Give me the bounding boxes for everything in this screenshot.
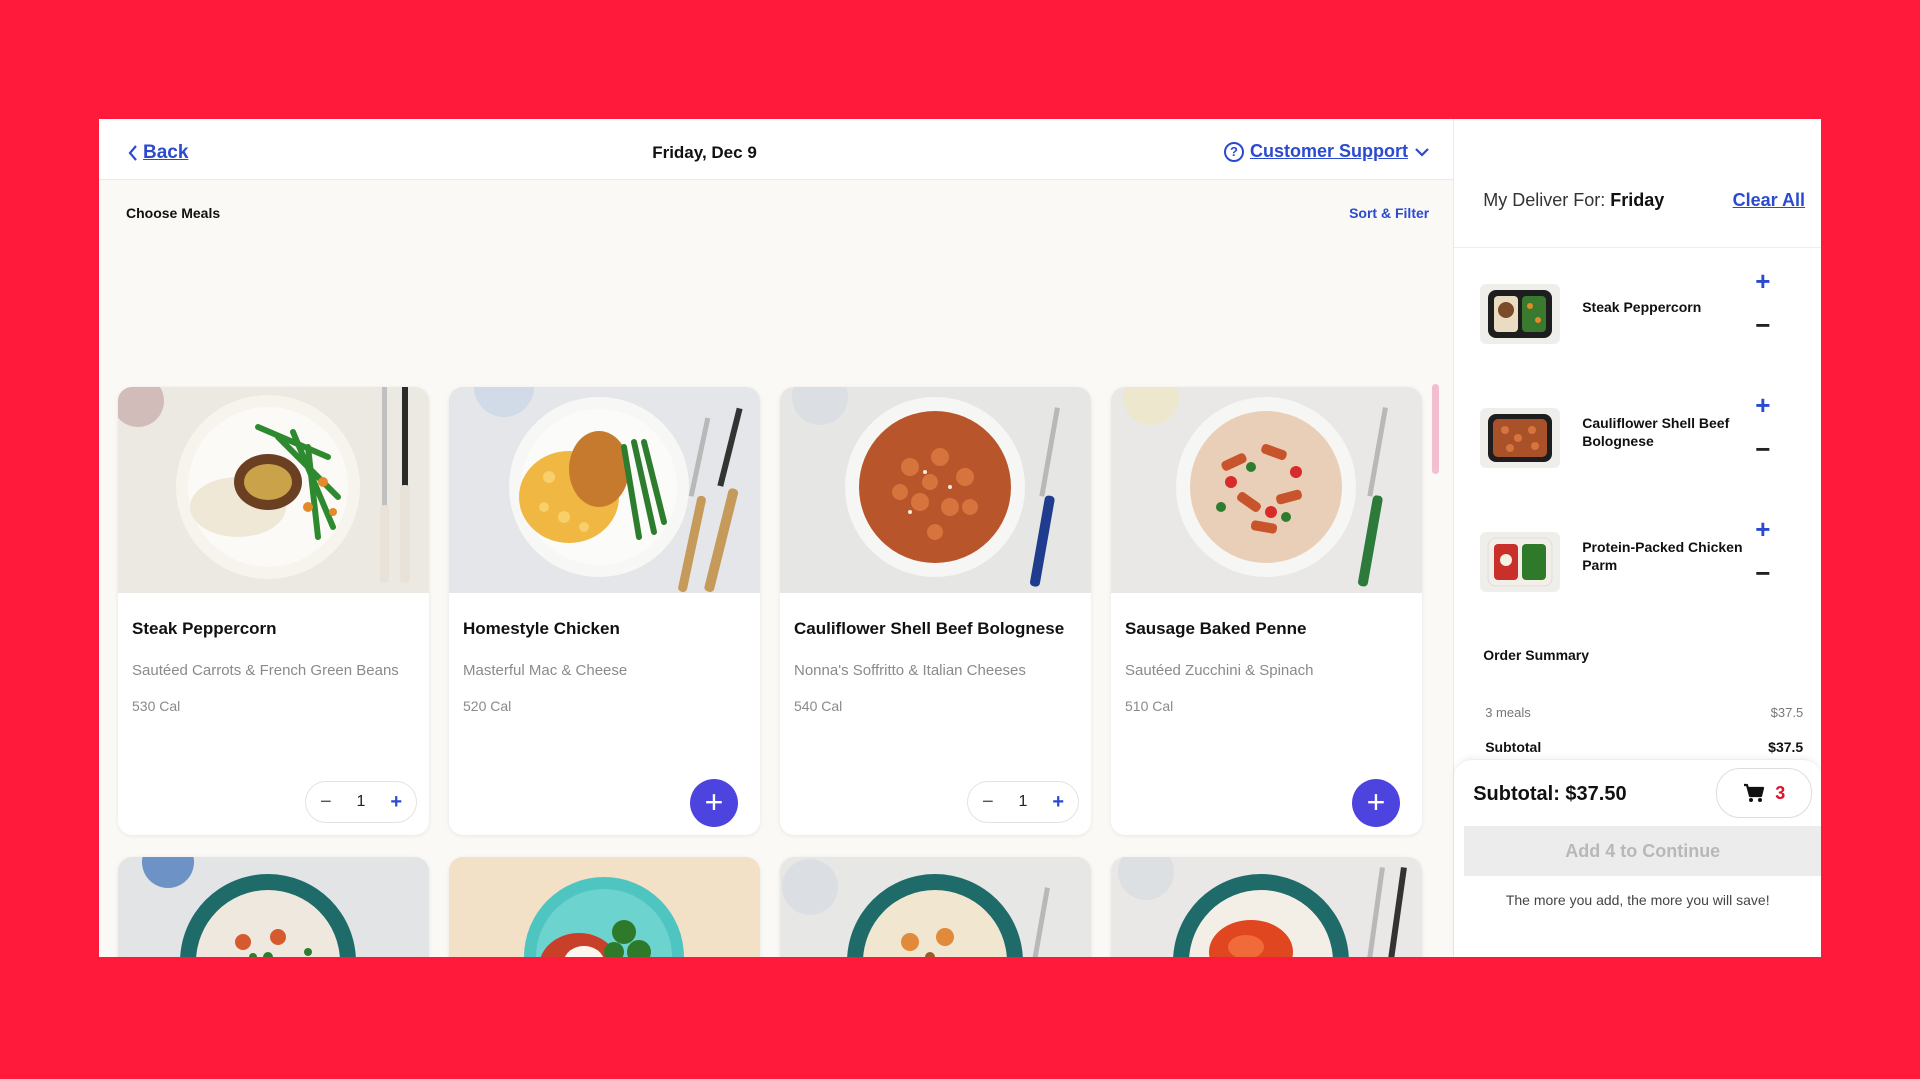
meal-calories: 510 Cal xyxy=(1125,698,1174,714)
subtotal-total: Subtotal: $37.50 xyxy=(1473,783,1627,805)
meal-photo xyxy=(449,857,760,957)
clear-all-button[interactable]: Clear All xyxy=(1733,190,1805,211)
meal-card-steak-peppercorn[interactable]: Steak Peppercorn Sautéed Carrots & Frenc… xyxy=(118,387,429,835)
deliver-prefix: My Deliver For: xyxy=(1483,190,1606,210)
decrement-button[interactable]: − xyxy=(320,791,332,814)
cart-count-badge: 3 xyxy=(1775,782,1786,803)
meal-grid: Steak Peppercorn Sautéed Carrots & Frenc… xyxy=(99,249,1454,957)
meal-description: Sautéed Zucchini & Spinach xyxy=(1125,662,1314,679)
meal-calories: 520 Cal xyxy=(463,698,512,714)
cart-decrement-button[interactable]: − xyxy=(1755,558,1770,589)
deliver-for-label: My Deliver For: Friday xyxy=(1483,190,1664,211)
meal-description: Nonna's Soffritto & Italian Cheeses xyxy=(794,662,1026,679)
cart-item-thumbnail xyxy=(1480,408,1561,468)
page-title: Friday, Dec 9 xyxy=(652,143,757,162)
divider xyxy=(1454,247,1821,248)
cart-item: Cauliflower Shell Beef Bolognese + − xyxy=(1454,386,1821,486)
meal-app-window: Back Friday, Dec 9 ? Customer Support Ch… xyxy=(99,119,1821,957)
chevron-down-icon xyxy=(1415,147,1429,157)
cart-decrement-button[interactable]: − xyxy=(1755,310,1770,341)
meals-count-row: 3 meals $37.5 xyxy=(1485,705,1803,720)
order-summary-label: Order Summary xyxy=(1483,647,1590,663)
cart-increment-button[interactable]: + xyxy=(1755,514,1770,545)
subtotal-row: Subtotal $37.5 xyxy=(1485,739,1803,755)
meal-photo xyxy=(780,857,1091,957)
increment-button[interactable]: + xyxy=(1052,791,1064,814)
meal-calories: 540 Cal xyxy=(794,698,843,714)
cart-item-name: Cauliflower Shell Beef Bolognese xyxy=(1582,415,1730,449)
quantity-value: 1 xyxy=(1018,793,1028,810)
checkout-panel: Subtotal: $37.50 3 Add 4 to Continue The… xyxy=(1454,759,1821,957)
savings-note: The more you add, the more you will save… xyxy=(1505,892,1770,908)
sort-filter-button[interactable]: Sort & Filter xyxy=(1349,205,1429,221)
quantity-value: 1 xyxy=(356,793,366,810)
meal-name: Homestyle Chicken xyxy=(463,619,620,638)
meal-card[interactable] xyxy=(780,857,1091,957)
meal-description: Sautéed Carrots & French Green Beans xyxy=(132,662,399,679)
delivery-sidebar: My Deliver For: Friday Clear All Steak P… xyxy=(1453,119,1821,957)
meal-photo xyxy=(449,387,760,593)
meal-card[interactable] xyxy=(1111,857,1422,957)
cart-item-thumbnail xyxy=(1480,532,1561,592)
cart-item: Protein-Packed Chicken Parm + − xyxy=(1454,510,1821,610)
customer-support-label: Customer Support xyxy=(1249,141,1408,161)
meal-card[interactable] xyxy=(118,857,429,957)
help-icon: ? xyxy=(1223,141,1244,162)
meal-name: Steak Peppercorn xyxy=(132,619,277,638)
subtotal-value: $37.5 xyxy=(1768,739,1804,755)
cart-button[interactable]: 3 xyxy=(1716,768,1813,818)
cart-item-name: Steak Peppercorn xyxy=(1582,299,1702,315)
cart-decrement-button[interactable]: − xyxy=(1755,434,1770,465)
customer-support-dropdown[interactable]: ? Customer Support xyxy=(1223,141,1430,162)
meals-price: $37.5 xyxy=(1770,705,1804,720)
quantity-stepper: − 1 + xyxy=(967,781,1079,823)
continue-button[interactable]: Add 4 to Continue xyxy=(1464,826,1821,876)
deliver-day: Friday xyxy=(1610,190,1665,210)
quantity-stepper: − 1 + xyxy=(305,781,417,823)
choose-meals-label: Choose Meals xyxy=(126,205,221,221)
meal-selection-panel: Back Friday, Dec 9 ? Customer Support Ch… xyxy=(99,119,1454,957)
meal-card[interactable] xyxy=(449,857,760,957)
add-meal-button[interactable]: + xyxy=(1352,779,1400,827)
meal-name: Sausage Baked Penne xyxy=(1125,619,1307,638)
cart-icon xyxy=(1744,783,1765,802)
cart-item: Steak Peppercorn + − xyxy=(1454,262,1821,362)
meal-card-homestyle-chicken[interactable]: Homestyle Chicken Masterful Mac & Cheese… xyxy=(449,387,760,835)
decrement-button[interactable]: − xyxy=(982,791,994,814)
meal-photo xyxy=(1111,857,1422,957)
meal-name: Cauliflower Shell Beef Bolognese xyxy=(794,619,1065,638)
meal-card-sausage-baked-penne[interactable]: Sausage Baked Penne Sautéed Zucchini & S… xyxy=(1111,387,1422,835)
meals-count-label: 3 meals xyxy=(1485,705,1531,720)
cart-item-name: Protein-Packed Chicken Parm xyxy=(1582,539,1743,573)
cart-increment-button[interactable]: + xyxy=(1755,390,1770,421)
meal-photo xyxy=(118,857,429,957)
subtotal-label: Subtotal xyxy=(1485,739,1542,755)
top-bar: Back Friday, Dec 9 ? Customer Support xyxy=(99,119,1454,180)
meal-photo xyxy=(780,387,1091,593)
meal-calories: 530 Cal xyxy=(132,698,181,714)
meal-description: Masterful Mac & Cheese xyxy=(463,662,628,679)
cart-increment-button[interactable]: + xyxy=(1755,266,1770,297)
increment-button[interactable]: + xyxy=(390,791,402,814)
meal-photo xyxy=(1111,387,1422,593)
cart-item-thumbnail xyxy=(1480,284,1561,344)
scrollbar-thumb[interactable] xyxy=(1432,384,1440,474)
add-meal-button[interactable]: + xyxy=(690,779,738,827)
meal-card-cauliflower-shell-bolognese[interactable]: Cauliflower Shell Beef Bolognese Nonna's… xyxy=(780,387,1091,835)
meal-photo xyxy=(118,387,429,593)
